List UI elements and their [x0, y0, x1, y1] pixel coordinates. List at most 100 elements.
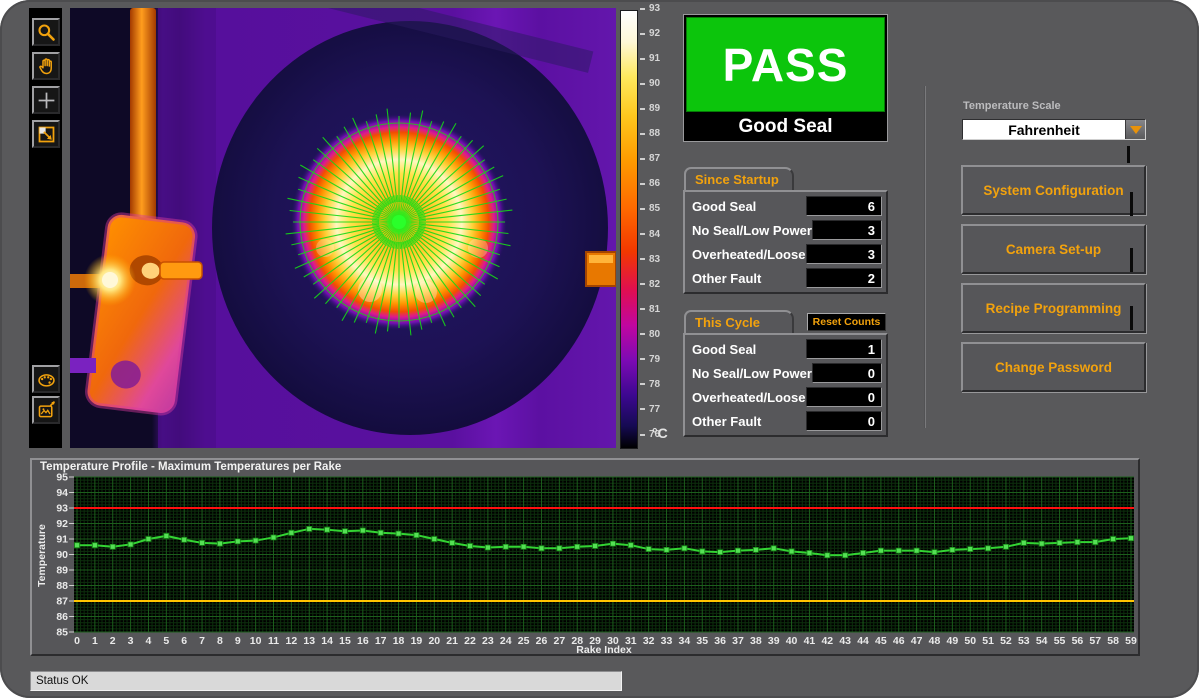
app-window: 939291908988878685848382818079787776 °C … — [0, 0, 1199, 698]
svg-text:46: 46 — [893, 635, 905, 647]
result-indicator: PASS Good Seal — [683, 14, 888, 142]
thermal-camera-view[interactable] — [70, 8, 616, 448]
svg-text:22: 22 — [464, 635, 476, 647]
colorbar-unit: °C — [652, 425, 668, 441]
status-text: Status OK — [36, 675, 88, 687]
magnifier-icon — [36, 22, 57, 43]
svg-text:53: 53 — [1018, 635, 1030, 647]
thermal-image — [70, 8, 616, 448]
svg-text:5: 5 — [163, 635, 169, 647]
count-value: 2 — [806, 268, 882, 288]
svg-text:19: 19 — [411, 635, 423, 647]
svg-text:0: 0 — [74, 635, 80, 647]
svg-text:7: 7 — [199, 635, 205, 647]
count-row: Other Fault0 — [689, 410, 882, 432]
pan-tool-button[interactable] — [32, 52, 60, 80]
reset-counts-button[interactable]: Reset Counts — [807, 313, 886, 331]
count-label: No Seal/Low Power — [689, 223, 812, 238]
count-value: 0 — [806, 387, 882, 407]
nav-button-recipe-programming[interactable]: Recipe Programming — [961, 283, 1146, 333]
nav-button-camera-set-up[interactable]: Camera Set-up — [961, 224, 1146, 274]
svg-text:43: 43 — [839, 635, 851, 647]
count-label: Good Seal — [689, 199, 756, 214]
chart-x-axis-label: Rake Index — [504, 644, 704, 656]
svg-text:86: 86 — [56, 611, 68, 623]
count-value: 3 — [806, 244, 882, 264]
svg-text:56: 56 — [1072, 635, 1084, 647]
resize-icon — [36, 124, 57, 145]
svg-text:59: 59 — [1125, 635, 1137, 647]
count-label: Other Fault — [689, 271, 761, 286]
svg-text:87: 87 — [56, 596, 68, 608]
zoom-tool-button[interactable] — [32, 18, 60, 46]
colorbar-tick: 91 — [640, 53, 660, 64]
svg-text:94: 94 — [56, 487, 68, 499]
chevron-down-icon[interactable] — [1125, 120, 1145, 139]
focus-mark — [1130, 192, 1133, 216]
svg-text:17: 17 — [375, 635, 387, 647]
count-value: 0 — [812, 363, 882, 383]
svg-text:13: 13 — [303, 635, 315, 647]
count-row: Other Fault 2 — [689, 267, 882, 289]
resize-tool-button[interactable] — [32, 120, 60, 148]
count-value: 0 — [806, 411, 882, 431]
svg-text:95: 95 — [56, 472, 68, 484]
colorbar-tick: 84 — [640, 229, 660, 240]
svg-text:42: 42 — [821, 635, 833, 647]
svg-text:50: 50 — [964, 635, 976, 647]
count-label: Good Seal — [689, 342, 756, 357]
svg-text:8: 8 — [217, 635, 223, 647]
colorbar-tick: 81 — [640, 304, 660, 315]
hand-icon — [36, 56, 57, 77]
count-row: Good Seal1 — [689, 338, 882, 360]
since-startup-panel: Good Seal6No Seal/Low Power3Overheated/L… — [683, 190, 888, 294]
svg-text:12: 12 — [286, 635, 298, 647]
svg-text:23: 23 — [482, 635, 494, 647]
colorbar-tick: 83 — [640, 254, 660, 265]
export-image-icon — [36, 400, 57, 421]
colorbar-tick: 86 — [640, 178, 660, 189]
svg-text:11: 11 — [268, 635, 279, 647]
focus-mark — [1127, 146, 1130, 163]
svg-text:91: 91 — [56, 534, 68, 546]
svg-text:16: 16 — [357, 635, 369, 647]
svg-text:90: 90 — [56, 549, 68, 561]
temperature-colorbar — [620, 10, 638, 449]
nav-button-system-configuration[interactable]: System Configuration — [961, 165, 1146, 215]
count-label: No Seal/Low Power — [689, 366, 812, 381]
count-label: Overheated/Loose — [689, 247, 805, 262]
colorbar-tick: 78 — [640, 379, 660, 390]
svg-text:39: 39 — [768, 635, 780, 647]
colorbar-tick: 80 — [640, 329, 660, 340]
colorbar-tick: 90 — [640, 78, 660, 89]
count-row: Good Seal6 — [689, 195, 882, 217]
count-row: No Seal/Low Power3 — [689, 219, 882, 241]
temperature-scale-label: Temperature Scale — [963, 100, 1061, 112]
temperature-scale-dropdown[interactable]: Fahrenheit — [962, 119, 1146, 140]
svg-text:3: 3 — [128, 635, 134, 647]
svg-text:93: 93 — [56, 503, 68, 515]
svg-text:20: 20 — [428, 635, 440, 647]
svg-text:49: 49 — [947, 635, 959, 647]
vertical-divider — [924, 86, 926, 428]
svg-text:41: 41 — [804, 635, 816, 647]
svg-text:88: 88 — [56, 580, 68, 592]
nav-button-change-password[interactable]: Change Password — [961, 342, 1146, 392]
svg-text:2: 2 — [110, 635, 116, 647]
svg-text:36: 36 — [714, 635, 726, 647]
palette-icon — [36, 369, 57, 390]
temperature-scale-value: Fahrenheit — [963, 120, 1125, 139]
focus-mark — [1130, 306, 1133, 330]
this-cycle-title: This Cycle — [695, 315, 760, 330]
svg-text:45: 45 — [875, 635, 887, 647]
svg-text:47: 47 — [911, 635, 923, 647]
svg-text:92: 92 — [56, 518, 68, 530]
count-row: No Seal/Low Power0 — [689, 362, 882, 384]
palette-tool-button[interactable] — [32, 365, 60, 393]
colorbar-tick: 79 — [640, 354, 660, 365]
count-label: Overheated/Loose — [689, 390, 805, 405]
export-image-tool-button[interactable] — [32, 396, 60, 424]
colorbar-tick: 92 — [640, 28, 660, 39]
crosshair-tool-button[interactable] — [32, 86, 60, 114]
svg-text:85: 85 — [56, 627, 68, 639]
